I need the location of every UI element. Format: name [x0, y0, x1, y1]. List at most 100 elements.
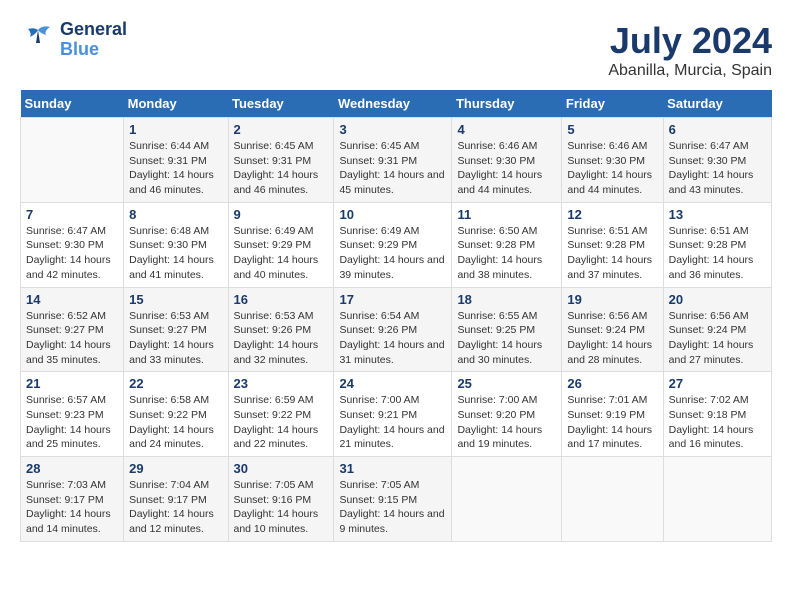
day-number: 7 — [26, 207, 118, 222]
day-number: 9 — [234, 207, 329, 222]
day-number: 20 — [669, 292, 766, 307]
day-info: Sunrise: 6:56 AMSunset: 9:24 PMDaylight:… — [567, 309, 657, 368]
day-info: Sunrise: 7:01 AMSunset: 9:19 PMDaylight:… — [567, 393, 657, 452]
day-info: Sunrise: 6:59 AMSunset: 9:22 PMDaylight:… — [234, 393, 329, 452]
calendar-cell: 14Sunrise: 6:52 AMSunset: 9:27 PMDayligh… — [21, 287, 124, 372]
calendar-week-row: 1 Sunrise: 6:44 AMSunset: 9:31 PMDaylight… — [21, 118, 772, 203]
calendar-cell — [452, 457, 562, 542]
calendar-cell: 13Sunrise: 6:51 AMSunset: 9:28 PMDayligh… — [663, 202, 771, 287]
calendar-cell: 9Sunrise: 6:49 AMSunset: 9:29 PMDaylight… — [228, 202, 334, 287]
location-title: Abanilla, Murcia, Spain — [608, 62, 772, 80]
day-info: Sunrise: 7:05 AMSunset: 9:15 PMDaylight:… — [339, 478, 446, 537]
day-number: 8 — [129, 207, 222, 222]
calendar-cell: 18 Sunrise: 6:55 AMSunset: 9:25 PMDayligh… — [452, 287, 562, 372]
calendar-cell: 29 Sunrise: 7:04 AMSunset: 9:17 PMDayligh… — [124, 457, 228, 542]
logo-line1: General — [60, 20, 127, 40]
day-number: 5 — [567, 122, 657, 137]
day-info: Sunrise: 6:53 AMSunset: 9:26 PMDaylight:… — [234, 309, 329, 368]
day-info: Sunrise: 6:53 AMSunset: 9:27 PMDaylight:… — [129, 309, 222, 368]
calendar-week-row: 14Sunrise: 6:52 AMSunset: 9:27 PMDayligh… — [21, 287, 772, 372]
calendar-cell: 6 Sunrise: 6:47 AMSunset: 9:30 PMDaylight… — [663, 118, 771, 203]
calendar-cell: 12Sunrise: 6:51 AMSunset: 9:28 PMDayligh… — [562, 202, 663, 287]
calendar-table: SundayMondayTuesdayWednesdayThursdayFrid… — [20, 90, 772, 542]
day-number: 26 — [567, 376, 657, 391]
calendar-cell: 2 Sunrise: 6:45 AMSunset: 9:31 PMDaylight… — [228, 118, 334, 203]
day-number: 31 — [339, 461, 446, 476]
day-number: 22 — [129, 376, 222, 391]
day-number: 25 — [457, 376, 556, 391]
calendar-cell — [21, 118, 124, 203]
calendar-cell: 26 Sunrise: 7:01 AMSunset: 9:19 PMDayligh… — [562, 372, 663, 457]
day-number: 10 — [339, 207, 446, 222]
day-info: Sunrise: 7:00 AMSunset: 9:20 PMDaylight:… — [457, 393, 556, 452]
day-number: 21 — [26, 376, 118, 391]
calendar-cell: 30 Sunrise: 7:05 AMSunset: 9:16 PMDayligh… — [228, 457, 334, 542]
day-number: 23 — [234, 376, 329, 391]
header-monday: Monday — [124, 90, 228, 118]
day-info: Sunrise: 6:49 AMSunset: 9:29 PMDaylight:… — [339, 224, 446, 283]
calendar-cell: 7 Sunrise: 6:47 AMSunset: 9:30 PMDaylight… — [21, 202, 124, 287]
day-info: Sunrise: 7:05 AMSunset: 9:16 PMDaylight:… — [234, 478, 329, 537]
day-info: Sunrise: 6:45 AMSunset: 9:31 PMDaylight:… — [234, 139, 329, 198]
day-number: 6 — [669, 122, 766, 137]
calendar-cell — [663, 457, 771, 542]
day-info: Sunrise: 6:56 AMSunset: 9:24 PMDaylight:… — [669, 309, 766, 368]
logo: General Blue — [20, 20, 127, 60]
day-info: Sunrise: 6:54 AMSunset: 9:26 PMDaylight:… — [339, 309, 446, 368]
calendar-cell: 19 Sunrise: 6:56 AMSunset: 9:24 PMDayligh… — [562, 287, 663, 372]
day-info: Sunrise: 6:46 AMSunset: 9:30 PMDaylight:… — [567, 139, 657, 198]
day-info: Sunrise: 6:51 AMSunset: 9:28 PMDaylight:… — [669, 224, 766, 283]
calendar-header-row: SundayMondayTuesdayWednesdayThursdayFrid… — [21, 90, 772, 118]
day-info: Sunrise: 6:46 AMSunset: 9:30 PMDaylight:… — [457, 139, 556, 198]
day-number: 28 — [26, 461, 118, 476]
day-info: Sunrise: 6:51 AMSunset: 9:28 PMDaylight:… — [567, 224, 657, 283]
calendar-cell: 1 Sunrise: 6:44 AMSunset: 9:31 PMDaylight… — [124, 118, 228, 203]
calendar-cell: 15Sunrise: 6:53 AMSunset: 9:27 PMDayligh… — [124, 287, 228, 372]
day-info: Sunrise: 7:04 AMSunset: 9:17 PMDaylight:… — [129, 478, 222, 537]
header-tuesday: Tuesday — [228, 90, 334, 118]
logo-text: General Blue — [60, 20, 127, 60]
calendar-cell: 10 Sunrise: 6:49 AMSunset: 9:29 PMDayligh… — [334, 202, 452, 287]
day-info: Sunrise: 6:52 AMSunset: 9:27 PMDaylight:… — [26, 309, 118, 368]
title-block: July 2024 Abanilla, Murcia, Spain — [608, 20, 772, 80]
calendar-cell: 5 Sunrise: 6:46 AMSunset: 9:30 PMDaylight… — [562, 118, 663, 203]
calendar-cell: 4Sunrise: 6:46 AMSunset: 9:30 PMDaylight… — [452, 118, 562, 203]
day-number: 18 — [457, 292, 556, 307]
calendar-cell — [562, 457, 663, 542]
calendar-cell: 16Sunrise: 6:53 AMSunset: 9:26 PMDayligh… — [228, 287, 334, 372]
page-header: General Blue July 2024 Abanilla, Murcia,… — [20, 20, 772, 80]
logo-bird-icon — [20, 25, 56, 55]
day-info: Sunrise: 6:58 AMSunset: 9:22 PMDaylight:… — [129, 393, 222, 452]
calendar-week-row: 21 Sunrise: 6:57 AMSunset: 9:23 PMDayligh… — [21, 372, 772, 457]
day-info: Sunrise: 6:44 AMSunset: 9:31 PMDaylight:… — [129, 139, 222, 198]
day-number: 2 — [234, 122, 329, 137]
calendar-cell: 17Sunrise: 6:54 AMSunset: 9:26 PMDayligh… — [334, 287, 452, 372]
day-number: 30 — [234, 461, 329, 476]
calendar-week-row: 28Sunrise: 7:03 AMSunset: 9:17 PMDayligh… — [21, 457, 772, 542]
day-info: Sunrise: 6:50 AMSunset: 9:28 PMDaylight:… — [457, 224, 556, 283]
calendar-cell: 11 Sunrise: 6:50 AMSunset: 9:28 PMDayligh… — [452, 202, 562, 287]
calendar-cell: 25 Sunrise: 7:00 AMSunset: 9:20 PMDayligh… — [452, 372, 562, 457]
header-thursday: Thursday — [452, 90, 562, 118]
day-info: Sunrise: 6:57 AMSunset: 9:23 PMDaylight:… — [26, 393, 118, 452]
calendar-cell: 28Sunrise: 7:03 AMSunset: 9:17 PMDayligh… — [21, 457, 124, 542]
month-title: July 2024 — [608, 20, 772, 62]
day-number: 11 — [457, 207, 556, 222]
day-number: 3 — [339, 122, 446, 137]
day-info: Sunrise: 6:55 AMSunset: 9:25 PMDaylight:… — [457, 309, 556, 368]
day-number: 29 — [129, 461, 222, 476]
day-info: Sunrise: 6:48 AMSunset: 9:30 PMDaylight:… — [129, 224, 222, 283]
calendar-cell: 31 Sunrise: 7:05 AMSunset: 9:15 PMDayligh… — [334, 457, 452, 542]
day-number: 1 — [129, 122, 222, 137]
calendar-cell: 8 Sunrise: 6:48 AMSunset: 9:30 PMDaylight… — [124, 202, 228, 287]
calendar-cell: 3 Sunrise: 6:45 AMSunset: 9:31 PMDaylight… — [334, 118, 452, 203]
header-saturday: Saturday — [663, 90, 771, 118]
day-number: 19 — [567, 292, 657, 307]
day-info: Sunrise: 6:47 AMSunset: 9:30 PMDaylight:… — [669, 139, 766, 198]
day-info: Sunrise: 6:47 AMSunset: 9:30 PMDaylight:… — [26, 224, 118, 283]
header-wednesday: Wednesday — [334, 90, 452, 118]
day-info: Sunrise: 6:45 AMSunset: 9:31 PMDaylight:… — [339, 139, 446, 198]
calendar-cell: 23 Sunrise: 6:59 AMSunset: 9:22 PMDayligh… — [228, 372, 334, 457]
day-info: Sunrise: 7:02 AMSunset: 9:18 PMDaylight:… — [669, 393, 766, 452]
logo-line2: Blue — [60, 40, 127, 60]
